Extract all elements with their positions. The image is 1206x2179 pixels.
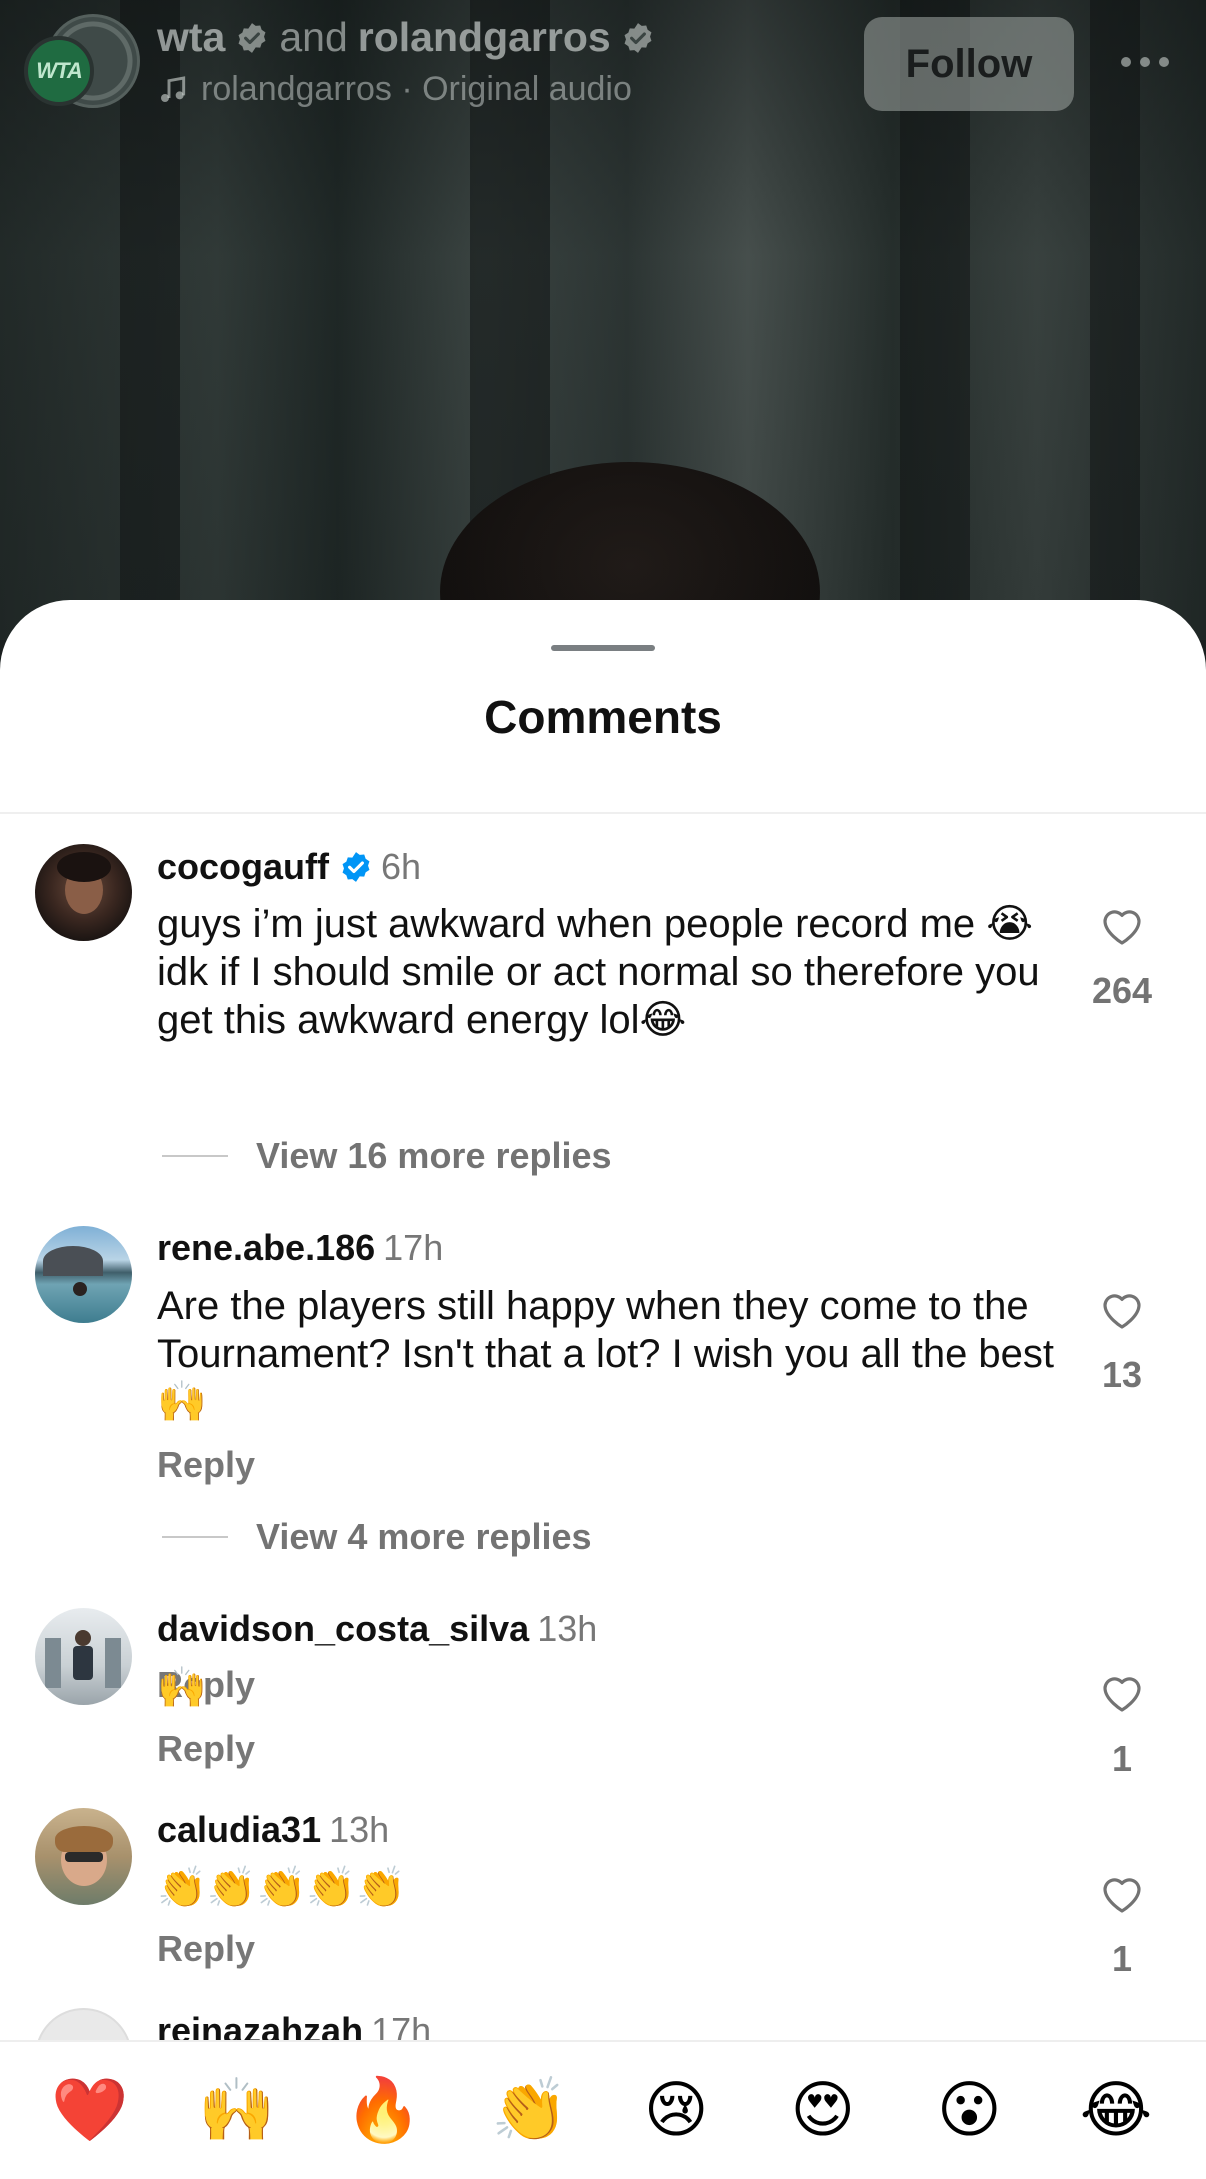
comments-sheet: Comments cocogauff 6h guys i’m just awkw… [0,600,1206,2179]
comment-time: 17h [383,1227,444,1268]
verified-badge-icon [238,22,266,53]
comment-username[interactable]: caludia31 [157,1809,321,1851]
commenter-avatar[interactable] [35,844,132,941]
comment-username[interactable]: rene.abe.186 [157,1227,375,1269]
view-more-replies-label: View 4 more replies [256,1516,592,1557]
reply-button[interactable]: Reply [157,1444,255,1486]
view-more-replies[interactable]: View 16 more replies [162,1135,612,1177]
emoji-quick-bar: ❤️ 🙌 🔥 👏 😢 😍 😮 😂 [0,2040,1206,2179]
commenter-avatar[interactable] [35,1808,132,1905]
reply-button[interactable]: Reply [157,1928,255,1970]
like-count: 1 [1111,1938,1133,1979]
heart-icon[interactable] [1096,1669,1148,1717]
heart-icon[interactable] [1096,1870,1148,1918]
heart-icon[interactable] [1096,1286,1148,1334]
comment-time: 13h [329,1809,390,1850]
connector-text: and [279,14,348,60]
comment-username[interactable]: cocogauff [157,846,329,888]
commenter-avatar[interactable] [35,1608,132,1705]
reply-button[interactable]: Reply [157,1728,255,1770]
view-more-replies-label: View 16 more replies [256,1135,612,1176]
collab-title: wta and rolandgarros [157,14,655,61]
sheet-grabber[interactable] [551,645,655,651]
emoji-heart-eyes-button[interactable]: 😍 [775,2079,871,2142]
verified-badge-icon [342,852,370,882]
like-count: 264 [1091,970,1153,1011]
author-wta-link[interactable]: wta [157,14,225,61]
like-count: 1 [1111,1738,1133,1779]
emoji-raising-hands-button[interactable]: 🙌 [189,2079,285,2142]
divider [0,812,1206,814]
more-options-icon[interactable] [1110,42,1180,82]
comment-text: guys i’m just awkward when people record… [157,902,1040,1042]
comment-time: 13h [537,1608,598,1649]
wta-avatar[interactable]: WTA [24,36,94,106]
verified-badge-icon [624,22,652,53]
reel-header: WTA wta and rolandgarros rolandgarros · … [0,0,1206,111]
comment-text: Are the players still happy when they co… [157,1284,1055,1424]
comment-text: 👏👏👏👏👏 [157,1866,407,1910]
emoji-clap-button[interactable]: 👏 [482,2079,578,2142]
view-more-replies[interactable]: View 4 more replies [162,1516,592,1558]
audio-label: rolandgarros · Original audio [201,70,632,108]
emoji-laughing-button[interactable]: 😂 [1068,2079,1164,2142]
emoji-surprised-button[interactable]: 😮 [921,2079,1017,2142]
author-rolandgarros-link[interactable]: rolandgarros [358,14,611,61]
emoji-crying-button[interactable]: 😢 [628,2079,724,2142]
commenter-avatar[interactable] [35,1226,132,1323]
like-count: 13 [1101,1354,1143,1395]
heart-icon[interactable] [1096,902,1148,950]
comment-time: 6h [381,846,422,887]
collab-avatars[interactable]: WTA [24,14,140,114]
music-note-icon [161,75,186,102]
follow-button[interactable]: Follow [864,17,1074,111]
sheet-title: Comments [484,691,722,743]
audio-attribution[interactable]: rolandgarros · Original audio [157,70,632,109]
emoji-heart-button[interactable]: ❤️ [42,2079,138,2142]
emoji-fire-button[interactable]: 🔥 [335,2079,431,2142]
video-backdrop[interactable]: WTA wta and rolandgarros rolandgarros · … [0,0,1206,640]
comment-text: 🙌 [157,1666,207,1710]
comment-username[interactable]: davidson_costa_silva [157,1608,529,1650]
